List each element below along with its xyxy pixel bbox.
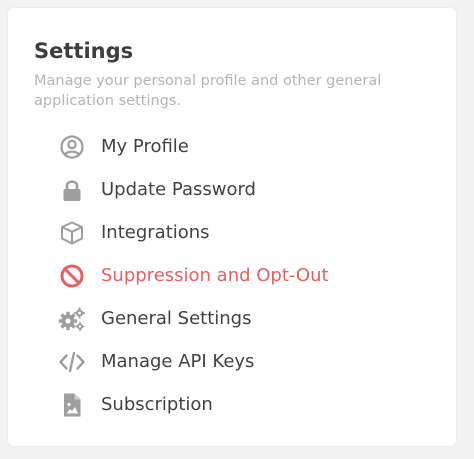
menu-item-label: Suppression and Opt-Out <box>101 265 329 286</box>
settings-panel: Settings Manage your personal profile an… <box>8 8 456 446</box>
gears-icon <box>58 306 86 332</box>
menu-item-label: Integrations <box>101 222 210 243</box>
lock-icon <box>58 177 86 203</box>
file-image-icon <box>58 392 86 418</box>
menu-item-label: Update Password <box>101 179 256 200</box>
menu-item-subscription[interactable]: Subscription <box>56 388 436 422</box>
menu-item-label: General Settings <box>101 308 252 329</box>
cube-icon <box>58 220 86 246</box>
menu-item-suppression-opt-out[interactable]: Suppression and Opt-Out <box>56 259 436 293</box>
user-circle-icon <box>58 134 86 160</box>
menu-item-general-settings[interactable]: General Settings <box>56 302 436 336</box>
menu-item-manage-api-keys[interactable]: Manage API Keys <box>56 345 436 379</box>
menu-item-label: Subscription <box>101 394 213 415</box>
menu-item-label: Manage API Keys <box>101 351 255 372</box>
settings-menu: My Profile Update Password Integrations <box>8 8 456 446</box>
menu-item-label: My Profile <box>101 136 189 157</box>
menu-item-update-password[interactable]: Update Password <box>56 173 436 207</box>
ban-icon <box>58 263 86 289</box>
menu-item-integrations[interactable]: Integrations <box>56 216 436 250</box>
menu-item-my-profile[interactable]: My Profile <box>56 130 436 164</box>
code-icon <box>58 349 86 375</box>
